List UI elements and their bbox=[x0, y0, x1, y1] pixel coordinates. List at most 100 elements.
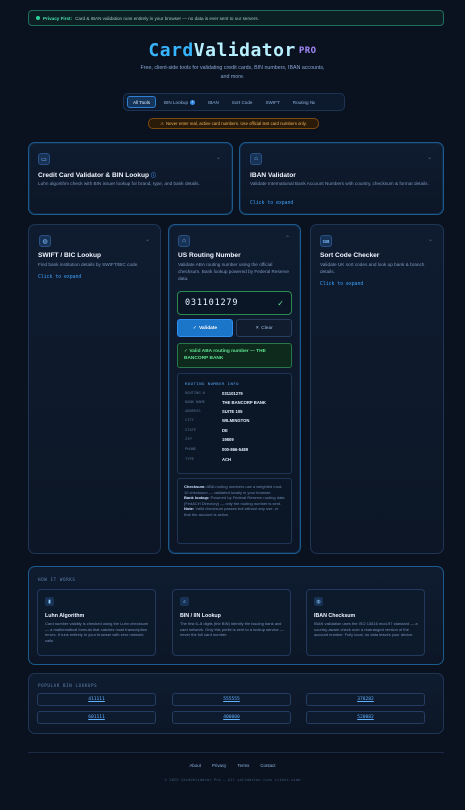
info-icon: i bbox=[190, 99, 196, 105]
tab-label: All Tools bbox=[133, 99, 151, 105]
expand-link[interactable]: Click to expand bbox=[320, 282, 363, 287]
footer-link-contact[interactable]: Contact bbox=[260, 763, 275, 768]
bin-link[interactable]: 555555 bbox=[172, 693, 291, 706]
card-description: Luhn algorithm check with BIN issuer loo… bbox=[38, 181, 200, 186]
card-description: Validate ABA routing number using the of… bbox=[178, 262, 289, 281]
footer-link-terms[interactable]: Terms bbox=[237, 763, 249, 768]
validate-label: Validate bbox=[198, 325, 218, 331]
info-key: ZIP bbox=[185, 437, 192, 441]
logo-part-card: Card bbox=[148, 40, 194, 61]
info-key: BANK NAME bbox=[185, 400, 205, 404]
info-key: PHONE bbox=[185, 447, 197, 451]
privacy-text: Card & IBAN validation runs entirely in … bbox=[75, 15, 259, 21]
clear-button[interactable]: ✕ Clear bbox=[236, 319, 292, 337]
privacy-label: Privacy First: bbox=[43, 15, 73, 21]
sort-code-tool[interactable]: GB ⌄ Sort Code Checker Validate UK sort … bbox=[310, 224, 444, 554]
info-row: ZIP 19809 bbox=[185, 437, 287, 445]
section-heading: HOW IT WORKS bbox=[38, 577, 76, 582]
close-icon: ✕ bbox=[255, 325, 260, 331]
chevron-down-icon[interactable]: ⌄ bbox=[145, 236, 150, 243]
bin-link[interactable]: 520082 bbox=[306, 711, 425, 724]
info-row: PHONE 000-866-5489 bbox=[185, 447, 287, 455]
card-title: IBAN Validator bbox=[250, 172, 296, 179]
routing-number-input-wrap: ✓ bbox=[177, 291, 292, 315]
check-icon: ✓ bbox=[277, 298, 284, 308]
tab-sort-code[interactable]: Sort Code bbox=[227, 96, 258, 108]
expand-link[interactable]: Click to expand bbox=[38, 275, 81, 280]
app-subtitle: Free, client-side tools for validating c… bbox=[140, 65, 325, 80]
privacy-banner: Privacy First: Card & IBAN validation ru… bbox=[28, 10, 444, 26]
tab-swift[interactable]: SWIFT bbox=[260, 96, 284, 108]
card-title: SWIFT / BIC Lookup bbox=[38, 252, 101, 259]
note-checksum: Checksum: ABA routing numbers use a weig… bbox=[184, 484, 283, 495]
copyright: © 2025 CardValidator Pro — All validatio… bbox=[164, 777, 301, 782]
clear-label: Clear bbox=[261, 325, 273, 331]
info-value: DE bbox=[222, 428, 228, 433]
bin-link[interactable]: 378282 bbox=[306, 693, 425, 706]
tool-tabs: All Tools BIN Lookup i IBAN Sort Code SWI… bbox=[123, 93, 345, 111]
how-item-luhn: ▮ Luhn Algorithm Card number validity is… bbox=[37, 589, 156, 656]
warning-text: Never enter real, active card numbers. U… bbox=[166, 121, 307, 126]
bank-icon: ⌂ bbox=[250, 153, 262, 165]
bar-chart-icon: ▮ bbox=[45, 597, 54, 606]
card-title: Sort Code Checker bbox=[320, 252, 380, 259]
how-item-desc: The first 6–8 digits (the BIN) identify … bbox=[180, 621, 284, 638]
bin-link[interactable]: 601111 bbox=[37, 711, 156, 724]
tab-label: BIN Lookup bbox=[164, 99, 189, 105]
validation-success-message: ✓ Valid ABA routing number — THE BANCORP… bbox=[177, 343, 292, 368]
bank-icon: ⌂ bbox=[178, 235, 190, 247]
validate-button[interactable]: ✓ Validate bbox=[177, 319, 233, 337]
credit-card-tool[interactable]: ▭ ⌄ Credit Card Validator & BIN Lookup ⓘ… bbox=[28, 142, 233, 215]
info-row: STATE DE bbox=[185, 428, 287, 436]
shield-icon bbox=[36, 16, 40, 20]
tab-label: Routing № bbox=[292, 99, 315, 105]
info-heading: ROUTING NUMBER INFO bbox=[185, 381, 240, 386]
tab-label: IBAN bbox=[208, 99, 219, 105]
success-text: Valid ABA routing number — THE BANCORP B… bbox=[184, 349, 266, 361]
tab-iban[interactable]: IBAN bbox=[203, 96, 224, 108]
tab-all-tools[interactable]: All Tools bbox=[127, 96, 157, 108]
app-logo[interactable]: CardValidator PRO bbox=[0, 40, 465, 61]
tab-label: SWIFT bbox=[265, 99, 280, 105]
credit-card-icon: ▭ bbox=[38, 153, 50, 165]
info-value: 000-866-5489 bbox=[222, 447, 249, 452]
footer-link-privacy[interactable]: Privacy bbox=[212, 763, 226, 768]
iban-tool[interactable]: ⌂ ⌄ IBAN Validator Validate Internationa… bbox=[239, 142, 444, 215]
info-value: SUITE 105 bbox=[222, 409, 243, 414]
footer-link-about[interactable]: About bbox=[190, 763, 201, 768]
warning-banner: ⚠ Never enter real, active card numbers.… bbox=[148, 118, 319, 129]
info-value: 031101279 bbox=[222, 391, 243, 396]
info-key: CITY bbox=[185, 418, 194, 422]
routing-notes: Checksum: ABA routing numbers use a weig… bbox=[177, 478, 292, 544]
section-heading: POPULAR BIN LOOKUPS bbox=[38, 683, 98, 688]
globe-icon: ◍ bbox=[314, 597, 323, 606]
bin-link[interactable]: 411111 bbox=[37, 693, 156, 706]
expand-link[interactable]: Click to expand bbox=[250, 201, 293, 206]
info-row: BANK NAME THE BANCORP BANK bbox=[185, 400, 287, 408]
check-icon: ✓ bbox=[192, 325, 197, 331]
info-value: WILMINGTON bbox=[222, 418, 250, 423]
swift-tool[interactable]: ◍ ⌄ SWIFT / BIC Lookup Find bank institu… bbox=[28, 224, 161, 554]
how-item-desc: IBAN validation uses the ISO 13616 mod-9… bbox=[314, 621, 418, 638]
tab-routing[interactable]: Routing № bbox=[288, 96, 320, 108]
how-item-bin: ⌕ BIN / IIN Lookup The first 6–8 digits … bbox=[172, 589, 291, 656]
check-icon: ✓ bbox=[184, 349, 189, 354]
how-item-title: Luhn Algorithm bbox=[45, 613, 85, 619]
how-item-title: BIN / IIN Lookup bbox=[180, 613, 221, 619]
tab-label: Sort Code bbox=[231, 99, 253, 105]
info-value: ACH bbox=[222, 457, 232, 462]
how-item-iban: ◍ IBAN Checksum IBAN validation uses the… bbox=[306, 589, 425, 656]
search-icon: ⌕ bbox=[180, 597, 189, 606]
card-description: Validate International Bank Account Numb… bbox=[250, 181, 429, 186]
routing-number-input[interactable] bbox=[185, 298, 275, 308]
tab-bin-lookup[interactable]: BIN Lookup i bbox=[159, 96, 200, 108]
logo-pro-badge: PRO bbox=[298, 46, 317, 56]
globe-icon: ◍ bbox=[39, 235, 51, 247]
chevron-down-icon[interactable]: ⌄ bbox=[428, 236, 433, 243]
chevron-down-icon[interactable]: ⌄ bbox=[216, 154, 221, 161]
chevron-up-icon[interactable]: ⌃ bbox=[285, 235, 290, 242]
bin-link[interactable]: 400000 bbox=[172, 711, 291, 724]
card-title: US Routing Number bbox=[178, 252, 241, 259]
footer-nav: About Privacy Terms Contact bbox=[0, 763, 465, 768]
chevron-down-icon[interactable]: ⌄ bbox=[427, 154, 432, 161]
